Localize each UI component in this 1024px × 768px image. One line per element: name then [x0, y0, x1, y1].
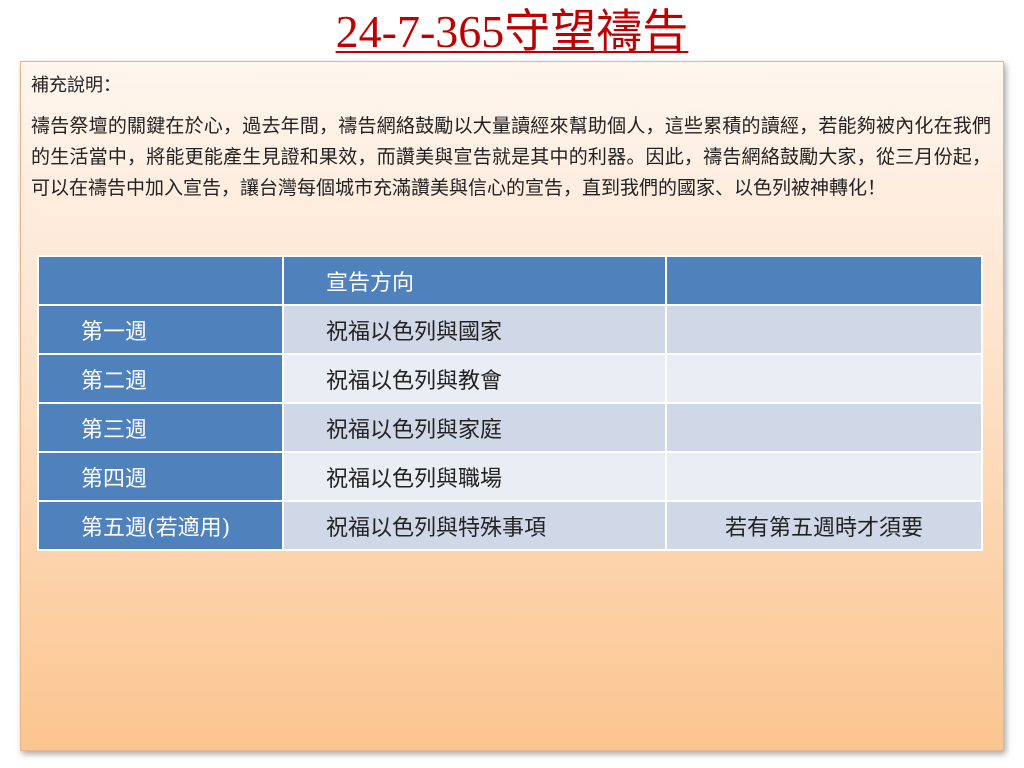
note-cell: 若有第五週時才須要	[665, 500, 983, 551]
week-cell: 第二週	[37, 353, 284, 404]
direction-cell: 祝福以色列與職場	[282, 451, 667, 502]
header-cell-week	[37, 255, 284, 306]
table-header-row: 宣告方向	[37, 255, 983, 306]
table-row: 第二週 祝福以色列與教會	[37, 353, 983, 404]
declaration-schedule-table: 宣告方向 第一週 祝福以色列與國家 第二週 祝福以色列與教會 第三週 祝福以色列…	[37, 255, 983, 551]
week-cell: 第三週	[37, 402, 284, 453]
direction-cell: 祝福以色列與家庭	[282, 402, 667, 453]
direction-cell: 祝福以色列與國家	[282, 304, 667, 355]
note-cell	[665, 451, 983, 502]
table-row: 第三週 祝福以色列與家庭	[37, 402, 983, 453]
week-cell: 第一週	[37, 304, 284, 355]
note-body: 禱告祭壇的關鍵在於心，過去年間，禱告網絡鼓勵以大量讀經來幫助個人，這些累積的讀經…	[31, 115, 991, 199]
direction-cell: 祝福以色列與特殊事項	[282, 500, 667, 551]
table-row: 第五週(若適用) 祝福以色列與特殊事項 若有第五週時才須要	[37, 500, 983, 551]
header-cell-note	[665, 255, 983, 306]
week-cell: 第四週	[37, 451, 284, 502]
header-cell-direction: 宣告方向	[282, 255, 667, 306]
week-cell: 第五週(若適用)	[37, 500, 284, 551]
note-cell	[665, 402, 983, 453]
direction-cell: 祝福以色列與教會	[282, 353, 667, 404]
note-cell	[665, 353, 983, 404]
note-label: 補充說明：	[31, 75, 121, 96]
slide-title: 24-7-365守望禱告	[335, 6, 689, 57]
note-cell	[665, 304, 983, 355]
table-row: 第四週 祝福以色列與職場	[37, 451, 983, 502]
content-panel: 補充說明： 禱告祭壇的關鍵在於心，過去年間，禱告網絡鼓勵以大量讀經來幫助個人，這…	[20, 61, 1004, 751]
table-row: 第一週 祝福以色列與國家	[37, 304, 983, 355]
